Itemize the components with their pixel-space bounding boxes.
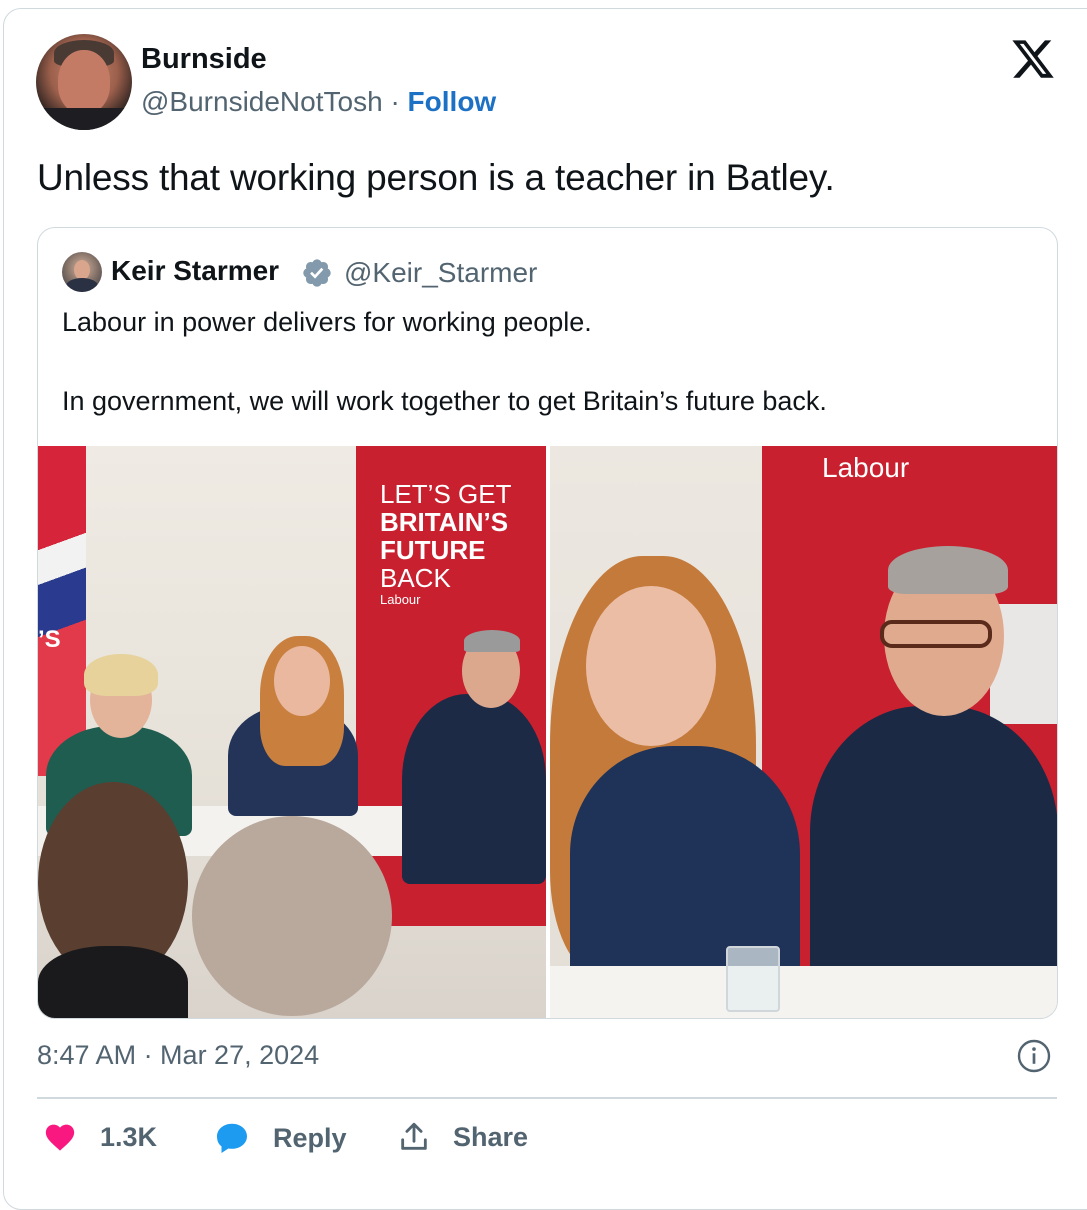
author-name[interactable]: Burnside bbox=[141, 43, 267, 76]
share-label: Share bbox=[453, 1121, 529, 1152]
info-icon[interactable] bbox=[1016, 1038, 1052, 1074]
person-dark-suit bbox=[810, 706, 1057, 986]
quoted-text-line-1: Labour in power delivers for working peo… bbox=[62, 307, 592, 337]
speech-bubble-icon bbox=[217, 1123, 247, 1153]
meeting-table bbox=[550, 966, 1057, 1018]
author-handle-row: @BurnsideNotTosh · Follow bbox=[141, 86, 496, 118]
union-flag-backdrop bbox=[38, 446, 86, 776]
water-cup bbox=[726, 946, 780, 1012]
x-logo-icon[interactable] bbox=[1010, 36, 1056, 82]
author-handle[interactable]: @BurnsideNotTosh bbox=[141, 86, 383, 117]
quoted-photo-1[interactable]: ’S LET’S GET BRITAIN’S FUTURE BACK Labou… bbox=[38, 446, 546, 1018]
quoted-text-line-2: In government, we will work together to … bbox=[62, 386, 827, 416]
quoted-author-name[interactable]: Keir Starmer bbox=[111, 255, 279, 287]
quoted-author-handle[interactable]: @Keir_Starmer bbox=[344, 257, 537, 289]
divider bbox=[37, 1097, 1057, 1099]
banner-slogan: LET’S GET BRITAIN’S FUTURE BACK bbox=[380, 479, 512, 593]
author-avatar[interactable] bbox=[36, 34, 132, 130]
reply-label: Reply bbox=[273, 1122, 347, 1153]
separator-dot: · bbox=[390, 86, 400, 117]
heart-icon bbox=[45, 1124, 75, 1151]
tweet-text: Unless that working person is a teacher … bbox=[37, 157, 835, 198]
like-button[interactable]: 1.3K bbox=[42, 1120, 157, 1154]
quoted-photo-2[interactable]: Labour bbox=[550, 446, 1057, 1018]
tweet-timestamp[interactable]: 8:47 AM · Mar 27, 2024 bbox=[37, 1040, 319, 1071]
banner-brand: Labour bbox=[380, 592, 421, 607]
person-dark-suit bbox=[402, 694, 546, 884]
glasses bbox=[880, 620, 992, 648]
quoted-author-avatar[interactable] bbox=[62, 252, 102, 292]
like-count: 1.3K bbox=[100, 1121, 158, 1152]
labour-logo: Labour bbox=[822, 452, 910, 483]
backdrop-edge-text: ’S bbox=[38, 626, 61, 653]
share-button[interactable]: Share bbox=[397, 1120, 528, 1154]
quoted-tweet[interactable]: Keir Starmer @Keir_Starmer Labour in pow… bbox=[37, 227, 1058, 1019]
person-head bbox=[274, 646, 330, 716]
verified-badge-icon bbox=[303, 259, 331, 287]
follow-button[interactable]: Follow bbox=[408, 86, 497, 117]
foreground-head bbox=[192, 816, 392, 1016]
share-icon bbox=[401, 1122, 427, 1150]
person-head bbox=[586, 586, 716, 746]
reply-button[interactable]: Reply bbox=[213, 1120, 347, 1156]
